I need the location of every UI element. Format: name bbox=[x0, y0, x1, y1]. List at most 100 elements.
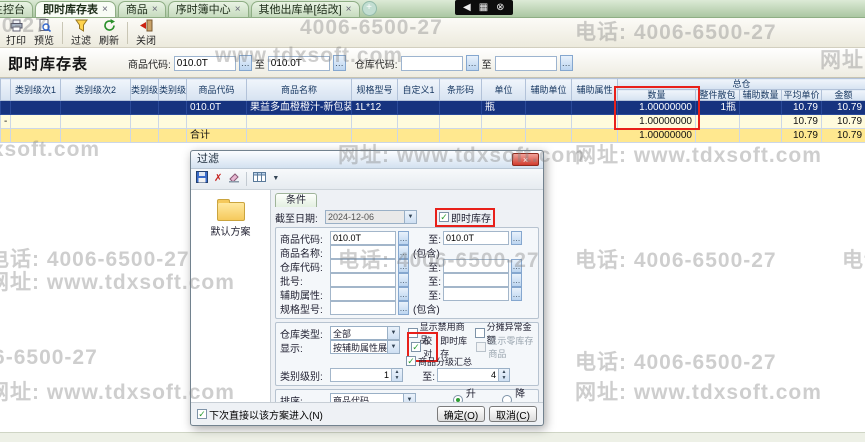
grid-cell[interactable]: 果益多血橙橙汁-新包装 bbox=[247, 101, 352, 115]
field-from-input[interactable] bbox=[330, 301, 396, 315]
spinner-icons[interactable]: ▲▼ bbox=[392, 368, 403, 382]
column-header[interactable]: 类别级次4 bbox=[159, 79, 187, 101]
grid-cell[interactable] bbox=[526, 101, 572, 115]
ok-button[interactable]: 确定(O) bbox=[437, 406, 485, 422]
grid-cell[interactable] bbox=[526, 115, 572, 129]
cancel-button[interactable]: 取消(C) bbox=[489, 406, 537, 422]
tab-realtime-inventory[interactable]: 即时库存表× bbox=[35, 1, 116, 17]
save-scheme-icon[interactable] bbox=[196, 170, 208, 188]
grid-cell[interactable]: 010.0T bbox=[187, 101, 247, 115]
lookup-icon[interactable]: … bbox=[239, 55, 252, 71]
column-header[interactable]: 类别级次3 bbox=[131, 79, 159, 101]
field-to-input[interactable] bbox=[443, 259, 509, 273]
grid-cell[interactable] bbox=[440, 101, 482, 115]
field-from-input[interactable] bbox=[330, 259, 396, 273]
tab-close-icon[interactable]: × bbox=[235, 3, 241, 17]
chevron-down-icon[interactable]: ▼ bbox=[403, 394, 415, 402]
field-from-input[interactable] bbox=[330, 287, 396, 301]
column-header[interactable]: 辅助数量 bbox=[740, 90, 782, 101]
grid-cell[interactable] bbox=[572, 115, 618, 129]
chevron-down-icon[interactable]: ▼ bbox=[387, 341, 399, 353]
grid-cell[interactable] bbox=[61, 115, 131, 129]
level-from-stepper[interactable]: ▲▼ bbox=[330, 368, 403, 382]
table-row-selected[interactable]: 010.0T果益多血橙橙汁-新包装1L*12瓶1.000000001瓶10.79… bbox=[1, 101, 865, 115]
product-code-from-input[interactable] bbox=[174, 56, 236, 71]
share-icon[interactable]: ◀ bbox=[463, 0, 471, 15]
tab-close-icon[interactable]: × bbox=[152, 3, 158, 17]
grid-cell[interactable] bbox=[61, 101, 131, 115]
tab-journal-center[interactable]: 序时簿中心× bbox=[168, 1, 249, 17]
lookup-icon[interactable]: … bbox=[398, 245, 409, 259]
field-from-input[interactable] bbox=[330, 245, 396, 259]
grid-cell[interactable] bbox=[247, 115, 352, 129]
product-code-to-input[interactable] bbox=[268, 56, 330, 71]
grid-cell[interactable] bbox=[398, 115, 440, 129]
lookup-icon[interactable]: … bbox=[511, 273, 522, 287]
tab-close-icon[interactable]: × bbox=[346, 3, 352, 17]
grid-cell[interactable]: 瓶 bbox=[482, 101, 526, 115]
column-header[interactable]: 金额 bbox=[822, 90, 865, 101]
grid-cell[interactable] bbox=[398, 101, 440, 115]
new-tab-icon[interactable]: + bbox=[362, 1, 377, 16]
column-header[interactable]: 辅助单位 bbox=[526, 79, 572, 101]
lookup-icon[interactable]: … bbox=[398, 273, 409, 287]
date-combobox[interactable]: 2024-12-06 ▼ bbox=[325, 210, 417, 224]
sort-combobox[interactable]: 商品代码 ▼ bbox=[330, 393, 416, 402]
grid-cell[interactable] bbox=[11, 115, 61, 129]
level-to-stepper[interactable]: ▲▼ bbox=[437, 368, 510, 382]
grade-summary-checkbox[interactable]: ✓ 商品分级汇总 bbox=[406, 355, 472, 368]
field-from-input[interactable] bbox=[330, 231, 396, 245]
grid-cell[interactable] bbox=[740, 101, 782, 115]
lookup-icon[interactable]: … bbox=[466, 55, 479, 71]
lookup-icon[interactable]: … bbox=[511, 287, 522, 301]
lookup-icon[interactable]: … bbox=[511, 259, 522, 273]
grid-cell[interactable] bbox=[696, 115, 740, 129]
column-header[interactable]: 商品名称 bbox=[247, 79, 352, 101]
column-header[interactable]: 自定义1 bbox=[398, 79, 440, 101]
lookup-icon[interactable]: … bbox=[398, 259, 409, 273]
table-row-total[interactable]: 合计1.0000000010.7910.79 bbox=[1, 129, 865, 143]
print-button[interactable]: 打印 bbox=[2, 19, 30, 47]
filter-button[interactable]: 过滤 bbox=[67, 19, 95, 47]
grid-cell[interactable]: 1瓶 bbox=[696, 101, 740, 115]
column-header[interactable]: 整件散包 bbox=[696, 90, 740, 101]
grid-cell[interactable]: 10.79 bbox=[782, 101, 822, 115]
lookup-icon[interactable]: … bbox=[398, 301, 409, 315]
lookup-icon[interactable]: … bbox=[333, 55, 346, 71]
level-to-input[interactable] bbox=[437, 368, 499, 382]
lookup-icon[interactable]: … bbox=[398, 231, 409, 245]
dialog-close-button[interactable]: × bbox=[512, 153, 539, 166]
ascending-radio[interactable]: 升序 bbox=[453, 385, 485, 402]
tab-goods[interactable]: 商品× bbox=[118, 1, 166, 17]
save-image-icon[interactable]: ▦ bbox=[479, 0, 488, 15]
grid-cell[interactable] bbox=[352, 115, 398, 129]
grid-cell[interactable] bbox=[159, 115, 187, 129]
column-header[interactable]: 商品代码 bbox=[187, 79, 247, 101]
clear-icon[interactable] bbox=[228, 170, 240, 188]
grid-cell[interactable]: 10.79 bbox=[822, 115, 865, 129]
tab-conditions[interactable]: 条件 bbox=[275, 193, 317, 207]
grid-cell[interactable] bbox=[440, 115, 482, 129]
column-header[interactable]: 平均单价 bbox=[782, 90, 822, 101]
tab-other-outbound[interactable]: 其他出库单[结改]× bbox=[251, 1, 360, 17]
display-combobox[interactable]: 按辅助属性展开 ▼ bbox=[330, 340, 400, 354]
dialog-title-bar[interactable]: 过滤 × bbox=[191, 151, 543, 169]
field-to-input[interactable] bbox=[443, 231, 509, 245]
grid-cell[interactable]: - bbox=[1, 115, 11, 129]
chevron-down-icon[interactable]: ▼ bbox=[404, 211, 416, 223]
grid-cell[interactable] bbox=[131, 115, 159, 129]
tab-console[interactable]: 主控台 bbox=[0, 1, 33, 17]
columns-icon[interactable] bbox=[253, 170, 266, 188]
warehouse-from-input[interactable] bbox=[401, 56, 463, 71]
spinner-icons[interactable]: ▲▼ bbox=[499, 368, 510, 382]
grid-cell[interactable] bbox=[159, 101, 187, 115]
grid-cell[interactable]: 1.00000000 bbox=[618, 101, 696, 115]
grid-cell[interactable] bbox=[740, 115, 782, 129]
chevron-down-icon[interactable]: ▼ bbox=[387, 327, 399, 339]
grid-cell[interactable] bbox=[572, 101, 618, 115]
chevron-down-icon[interactable]: ▼ bbox=[272, 173, 279, 185]
grid-cell[interactable] bbox=[187, 115, 247, 129]
preview-button[interactable]: 预览 bbox=[30, 19, 58, 47]
refresh-button[interactable]: 刷新 bbox=[95, 19, 123, 47]
remember-scheme-checkbox[interactable]: ✓ 下次直接以该方案进入(N) bbox=[197, 407, 323, 422]
